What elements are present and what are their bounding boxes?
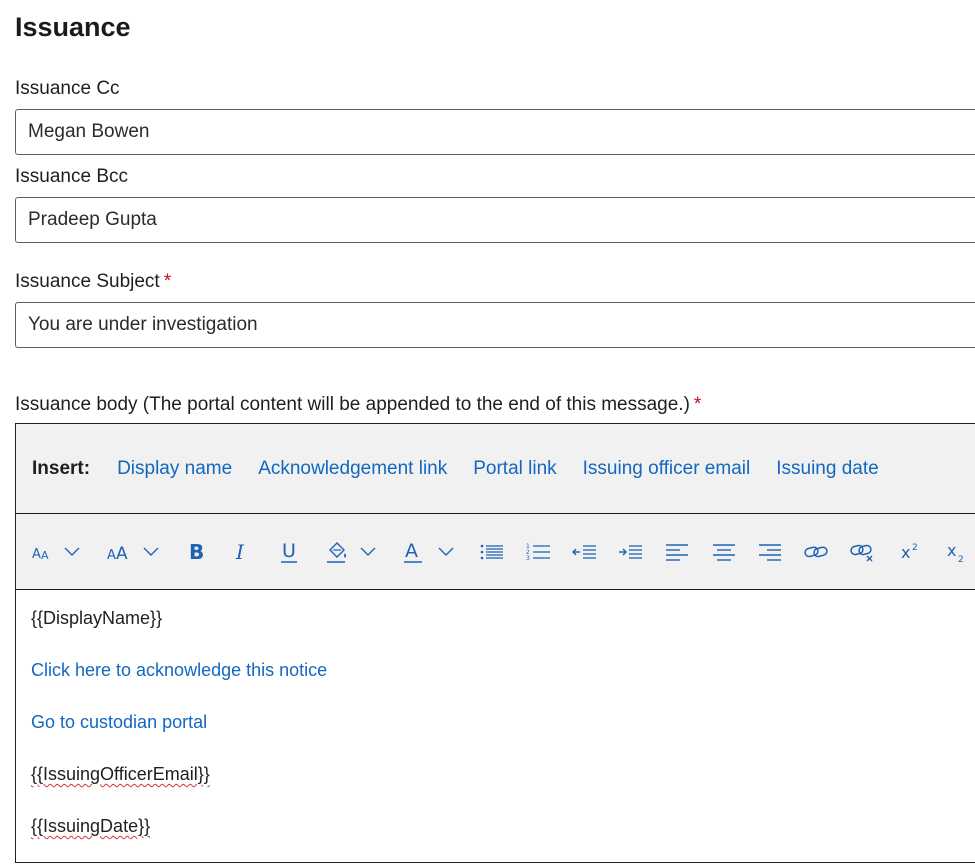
insert-display-name-link[interactable]: Display name	[117, 458, 232, 480]
indent-icon[interactable]	[618, 538, 644, 566]
link-icon[interactable]	[803, 538, 829, 566]
underline-icon[interactable]: U	[278, 538, 300, 566]
italic-icon[interactable]: I	[232, 538, 252, 566]
acknowledge-link[interactable]: Click here to acknowledge this notice	[31, 660, 327, 680]
svg-text:x: x	[947, 541, 956, 560]
bcc-label: Issuance Bcc	[15, 166, 128, 187]
svg-text:U: U	[282, 540, 296, 562]
subscript-icon[interactable]: x2	[946, 538, 968, 566]
font-size-decrease-icon[interactable]: AA	[30, 538, 54, 566]
svg-text:2: 2	[958, 555, 964, 564]
editor-content[interactable]: {{DisplayName}} Click here to acknowledg…	[16, 590, 975, 864]
numbered-list-icon[interactable]: 123	[526, 538, 552, 566]
svg-text:A: A	[405, 540, 418, 562]
svg-text:A: A	[41, 549, 49, 562]
chevron-down-icon[interactable]	[438, 538, 454, 566]
officer-email-text: {{IssuingOfficerEmail}}	[31, 764, 210, 784]
svg-text:3: 3	[526, 555, 530, 562]
svg-text:2: 2	[912, 543, 918, 553]
rich-text-editor: Insert: Display name Acknowledgement lin…	[15, 423, 975, 863]
insert-portal-link[interactable]: Portal link	[473, 458, 556, 480]
font-size-increase-icon[interactable]: AA	[106, 538, 132, 566]
insert-acknowledgement-link[interactable]: Acknowledgement link	[258, 458, 447, 480]
subject-input[interactable]	[15, 302, 975, 348]
page-title: Issuance	[15, 12, 131, 42]
issuing-date-text: {{IssuingDate}}	[31, 816, 151, 836]
svg-text:A: A	[107, 548, 116, 563]
custodian-portal-link[interactable]: Go to custodian portal	[31, 712, 207, 732]
required-marker: *	[163, 271, 172, 292]
subject-label: Issuance Subject *	[15, 271, 171, 293]
bold-icon[interactable]: B	[186, 538, 206, 566]
subject-label-text: Issuance Subject	[15, 271, 160, 292]
insert-issuing-officer-email-link[interactable]: Issuing officer email	[583, 458, 751, 480]
svg-text:B: B	[189, 541, 204, 563]
insert-label: Insert:	[32, 457, 91, 479]
cc-input[interactable]	[15, 109, 975, 155]
align-center-icon[interactable]	[711, 538, 737, 566]
insert-issuing-date-link[interactable]: Issuing date	[776, 458, 878, 480]
svg-text:I: I	[235, 541, 245, 563]
chevron-down-icon[interactable]	[143, 538, 159, 566]
outdent-icon[interactable]	[572, 538, 598, 566]
align-left-icon[interactable]	[664, 538, 690, 566]
svg-text:A: A	[32, 547, 41, 562]
format-toolbar: AA AA B I U A 1 2 3 x 2 x 2	[16, 514, 975, 590]
display-name-placeholder: {{DisplayName}}	[31, 608, 163, 628]
align-right-icon[interactable]	[757, 538, 783, 566]
svg-text:x: x	[901, 543, 910, 562]
body-label: Issuance body (The portal content will b…	[15, 394, 701, 416]
chevron-down-icon[interactable]	[64, 538, 80, 566]
required-marker: *	[693, 394, 702, 415]
bcc-input[interactable]	[15, 197, 975, 243]
body-label-text: Issuance body (The portal content will b…	[15, 394, 690, 415]
svg-text:A: A	[116, 544, 128, 563]
font-color-icon[interactable]: A	[403, 538, 423, 566]
issuing-date-placeholder: {{IssuingDate}}	[31, 812, 975, 864]
superscript-icon[interactable]: x2	[900, 538, 922, 566]
cc-label: Issuance Cc	[15, 78, 120, 99]
insert-bar: Insert: Display name Acknowledgement lin…	[16, 424, 975, 514]
unlink-icon[interactable]	[849, 538, 875, 566]
bullet-list-icon[interactable]	[479, 538, 505, 566]
officer-email-placeholder: {{IssuingOfficerEmail}}	[31, 760, 975, 812]
chevron-down-icon[interactable]	[360, 538, 376, 566]
highlight-icon[interactable]	[325, 538, 349, 566]
